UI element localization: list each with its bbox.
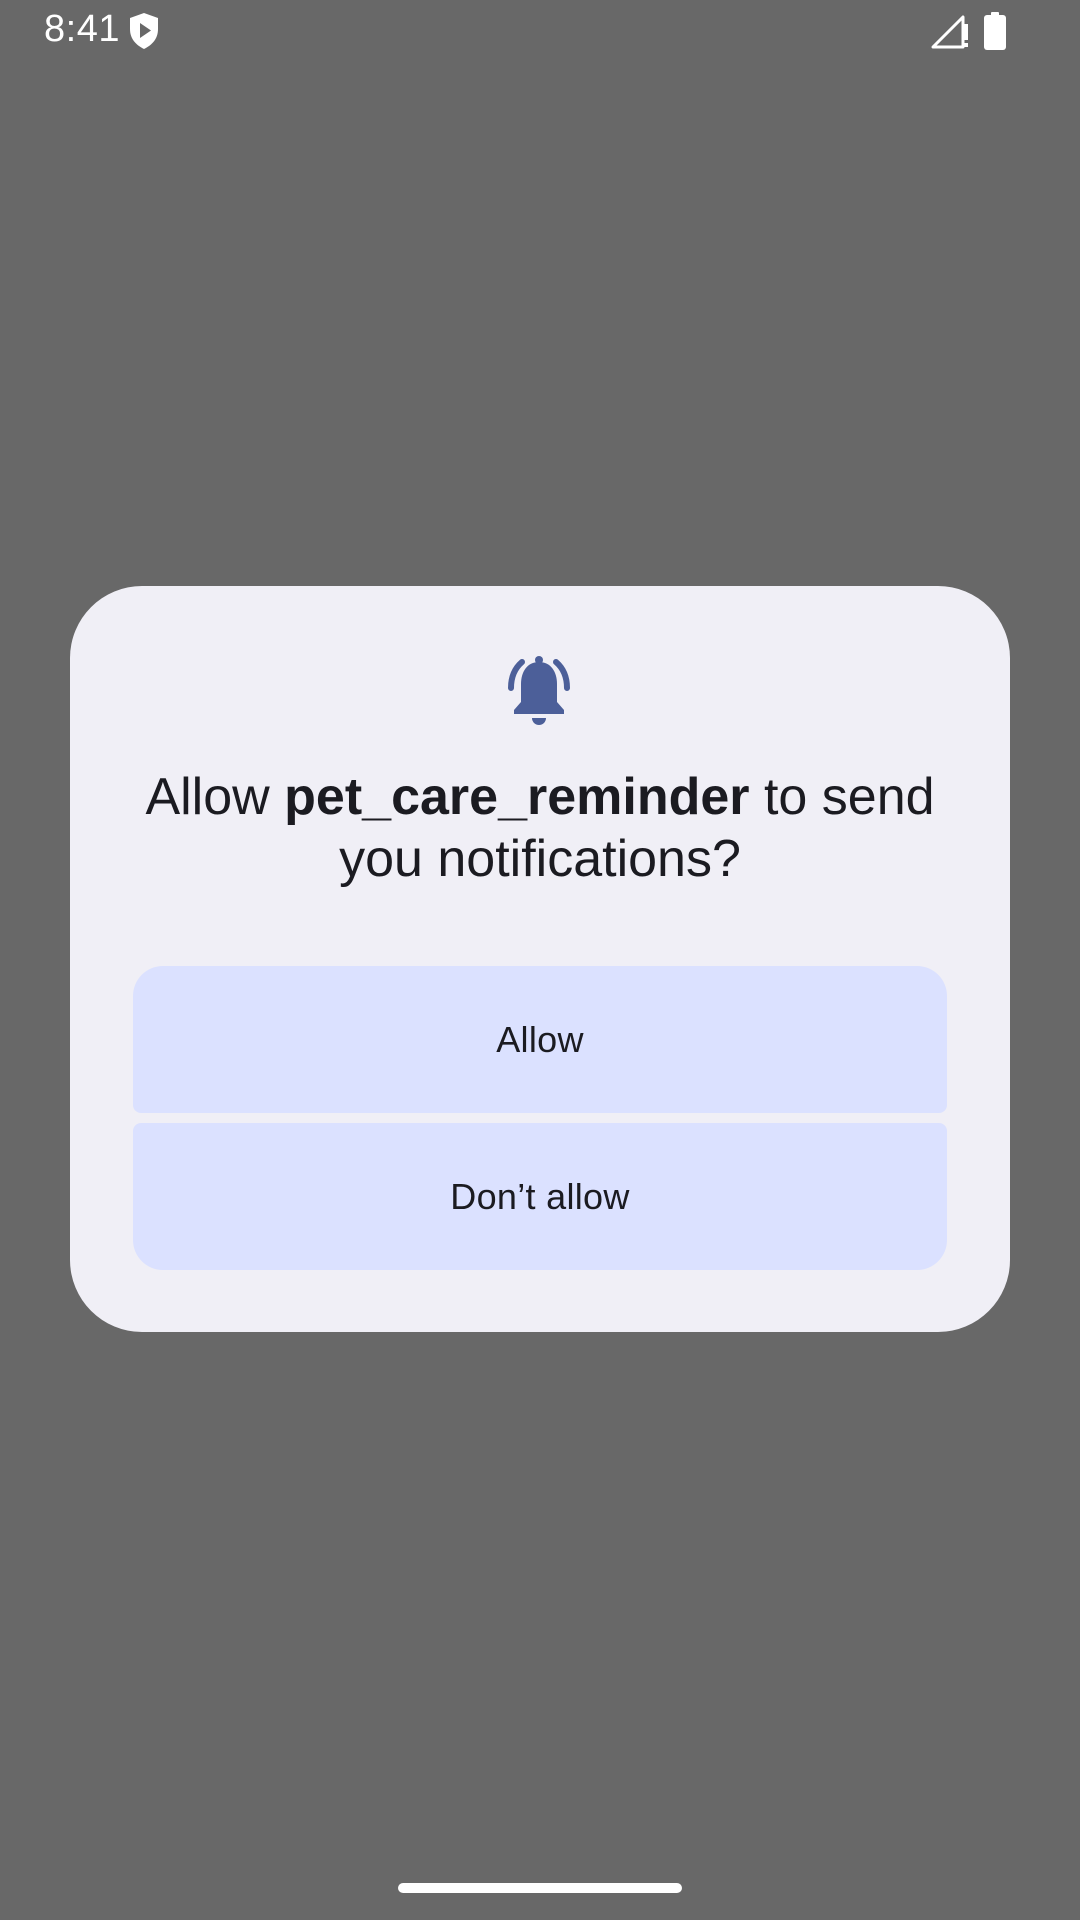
title-prefix: Allow	[145, 768, 285, 826]
app-name: pet_care_reminder	[284, 768, 750, 826]
dont-allow-button[interactable]: Don’t allow	[133, 1123, 947, 1270]
allow-button[interactable]: Allow	[133, 966, 947, 1113]
shield-play-icon	[130, 13, 158, 49]
status-time: 8:41	[44, 8, 120, 50]
gesture-nav-handle[interactable]	[398, 1883, 682, 1893]
battery-icon	[984, 12, 1006, 50]
dont-allow-button-label: Don’t allow	[450, 1175, 630, 1217]
signal-alert-icon	[931, 15, 968, 49]
dialog-title: Allow pet_care_reminder to send you noti…	[130, 766, 950, 890]
bell-ring-icon	[508, 656, 570, 725]
allow-button-label: Allow	[496, 1018, 584, 1060]
status-bar: 8:41	[0, 0, 1080, 62]
